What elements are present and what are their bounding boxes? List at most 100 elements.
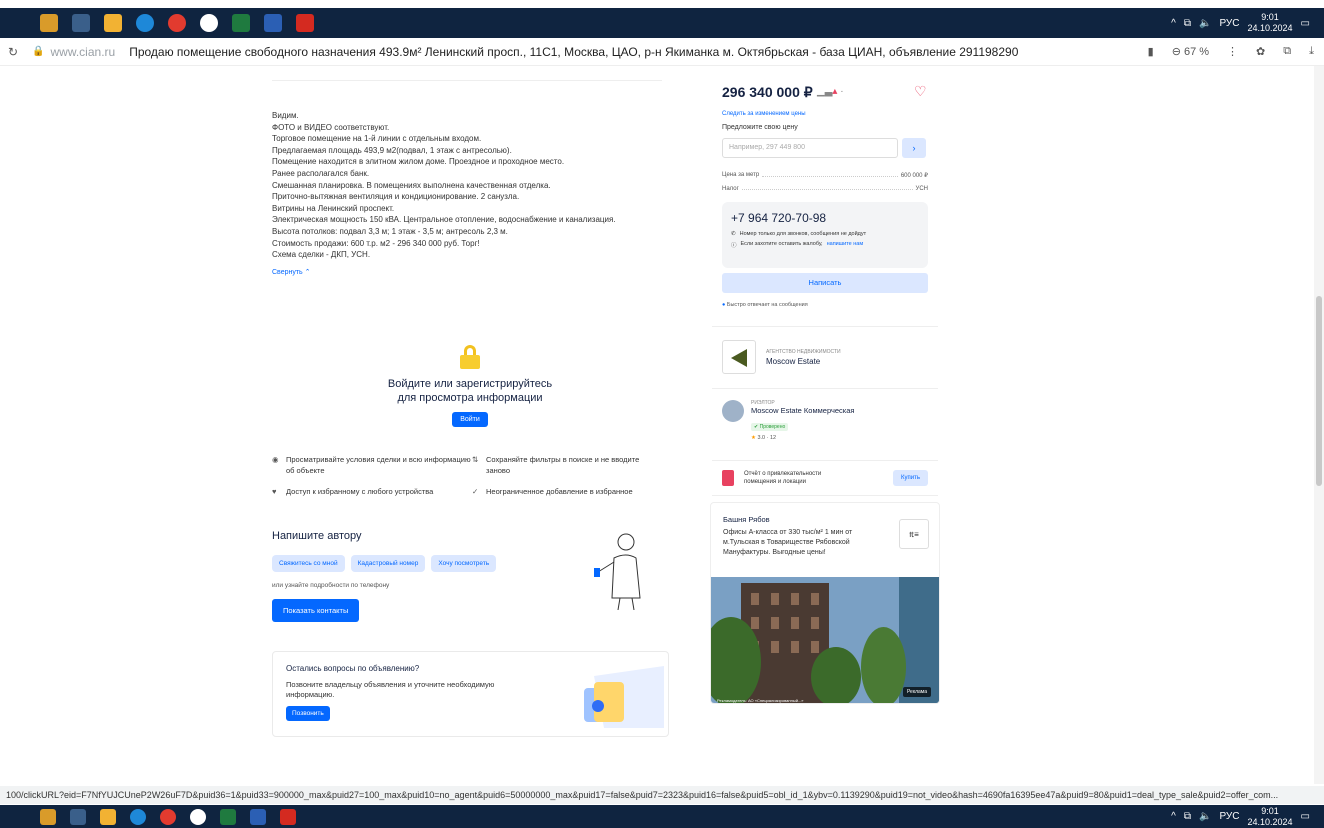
- explorer-icon[interactable]: [104, 14, 122, 32]
- feature-item: ◉ Просматривайте условия сделки и всю инф…: [272, 455, 471, 475]
- favorite-icon[interactable]: ♡: [914, 83, 927, 100]
- word-icon[interactable]: [250, 808, 266, 825]
- ad-banner[interactable]: Башня Рябов Офисы А-класса от 330 тыс/м²…: [710, 502, 940, 704]
- show-contacts-button[interactable]: Показать контакты: [272, 599, 360, 622]
- phone-note: ✆ Номер только для звонков, сообщения не …: [731, 231, 867, 237]
- description-line: Видим.: [272, 111, 299, 120]
- scrollbar[interactable]: [1314, 66, 1324, 784]
- complaint-note: ⓘ Если захотите оставить жалобу, напишите …: [731, 241, 864, 249]
- heart-icon: ♥: [272, 487, 277, 496]
- info-icon: ⓘ: [731, 243, 737, 249]
- verified-badge: ✔ Проверено: [751, 423, 789, 431]
- tab-title[interactable]: Продаю помещение свободного назначения 4…: [129, 45, 1018, 59]
- tray-arrow-icon[interactable]: ^: [1171, 18, 1176, 29]
- description-line: ФОТО и ВИДЕО соответствуют.: [272, 122, 390, 132]
- agency-logo[interactable]: [722, 340, 756, 374]
- pdf-icon[interactable]: [280, 808, 296, 825]
- write-message-button[interactable]: Написать: [722, 273, 928, 293]
- call-button[interactable]: Позвонить: [286, 706, 330, 721]
- lock-icon: [460, 345, 480, 369]
- lang-indicator[interactable]: РУС: [1219, 811, 1239, 822]
- login-title-line2: для просмотра информации: [397, 392, 543, 404]
- bookmark-icon[interactable]: ▮: [1148, 45, 1154, 58]
- network-icon[interactable]: ⧉: [1184, 811, 1191, 822]
- reload-icon[interactable]: ↻: [8, 45, 18, 59]
- sync-icon: ⇅: [472, 455, 479, 464]
- pdf-icon[interactable]: [296, 14, 314, 32]
- volume-icon[interactable]: 🔈: [1199, 811, 1211, 822]
- bolt-icon: ●: [722, 302, 726, 308]
- volume-icon[interactable]: 🔈: [1199, 18, 1211, 29]
- divider: [712, 388, 938, 389]
- feature-item: ⇅ Сохраняйте фильтры в поиске и не вводит…: [472, 455, 640, 475]
- login-gate: Войдите или зарегистрируйтесь для просмо…: [365, 345, 575, 427]
- status-bar-url: 100/clickURL?eid=F7NfYUJCUneP2W26uF7D&pu…: [0, 786, 1324, 804]
- yandex-icon[interactable]: [168, 14, 186, 32]
- chip-cadastral[interactable]: Кадастровый номер: [350, 555, 426, 572]
- network-icon[interactable]: ⧉: [1184, 18, 1191, 29]
- clock[interactable]: 9:01 24.10.2024: [1248, 806, 1293, 828]
- propose-price-submit[interactable]: ›: [902, 138, 926, 158]
- edge-icon[interactable]: [130, 808, 146, 825]
- divider: [712, 326, 938, 327]
- propose-price-input[interactable]: Например, 297 449 800: [722, 138, 898, 158]
- url-domain[interactable]: www.cian.ru: [51, 45, 116, 59]
- realtor-name[interactable]: Moscow Estate Коммерческая: [751, 406, 854, 415]
- propose-price-label: Предложите свою цену: [722, 124, 798, 131]
- realtor-block[interactable]: РИЭЛТОР Moscow Estate Коммерческая ✔ Про…: [722, 400, 854, 441]
- yandex-browser-icon[interactable]: [190, 808, 206, 825]
- yandex-icon[interactable]: [160, 808, 176, 825]
- word-icon[interactable]: [264, 14, 282, 32]
- questions-text: Позвоните владельцу объявления и уточнит…: [286, 680, 495, 699]
- check-icon: ✓: [472, 487, 479, 496]
- extension-icon[interactable]: ✿: [1256, 45, 1265, 58]
- app-icon[interactable]: [40, 14, 58, 32]
- collapse-link[interactable]: Свернуть ⌃: [272, 267, 311, 279]
- chip-want-view[interactable]: Хочу посмотреть: [431, 555, 497, 572]
- zoom-indicator[interactable]: ⊖ 67 %: [1172, 45, 1209, 58]
- price-history-icon[interactable]: ▁▃▴ ·: [817, 86, 844, 97]
- phone-icon: ✆: [731, 231, 736, 237]
- description-line: Стоимость продажи: 600 т.р. м2 - 296 340…: [272, 238, 480, 248]
- download-icon[interactable]: ⤓: [1309, 45, 1314, 58]
- description-line: Электрическая мощность 150 кВА. Централь…: [272, 215, 616, 225]
- notifications-icon[interactable]: ▭: [1301, 18, 1310, 29]
- menu-icon[interactable]: ⋮: [1227, 45, 1238, 58]
- ad-image[interactable]: Реклама Рекламодатель: АО «Специализиров…: [711, 577, 939, 703]
- report-icon: [722, 470, 734, 486]
- rating: ★ 3.0 · 12: [751, 435, 777, 441]
- description-line: Помещение находится в элитном жилом доме…: [272, 157, 565, 167]
- agency-block[interactable]: АГЕНТСТВО НЕДВИЖИМОСТИ Moscow Estate: [722, 340, 841, 374]
- eye-icon: ◉: [272, 455, 279, 464]
- app-icon[interactable]: [40, 808, 56, 825]
- collections-icon[interactable]: ⧉: [1283, 45, 1291, 58]
- chip-contact-me[interactable]: Свяжитесь со мной: [272, 555, 345, 572]
- excel-icon[interactable]: [232, 14, 250, 32]
- quick-messages: Свяжитесь со мной Кадастровый номер Хочу…: [272, 555, 497, 572]
- excel-icon[interactable]: [220, 808, 236, 825]
- follow-price-link[interactable]: Следить за изменением цены: [722, 111, 806, 117]
- edge-icon[interactable]: [136, 14, 154, 32]
- person-illustration: [594, 533, 641, 610]
- yandex-browser-icon[interactable]: [200, 14, 218, 32]
- clock[interactable]: 9:01 24.10.2024: [1248, 12, 1293, 34]
- agency-name[interactable]: Moscow Estate: [766, 357, 841, 366]
- explorer-icon[interactable]: [100, 808, 116, 825]
- scroll-thumb[interactable]: [1316, 296, 1322, 486]
- notifications-icon[interactable]: ▭: [1301, 811, 1310, 822]
- avatar[interactable]: [722, 400, 744, 422]
- buy-report-button[interactable]: Купить: [893, 470, 928, 486]
- description-line: Высота потолков: подвал 3,3 м; 1 этаж - …: [272, 226, 508, 236]
- ad-text: Офисы А-класса от 330 тыс/м² 1 мин от м.…: [723, 529, 853, 556]
- description: Видим. ФОТО и ВИДЕО соответствуют. Торго…: [272, 110, 672, 278]
- write-us-link[interactable]: напишите нам: [827, 241, 864, 249]
- login-button[interactable]: Войти: [452, 412, 488, 427]
- tray-arrow-icon[interactable]: ^: [1171, 811, 1176, 822]
- phone-number[interactable]: +7 964 720-70-98: [731, 211, 919, 225]
- task-view-icon[interactable]: [70, 808, 86, 825]
- lock-icon[interactable]: 🔒: [32, 46, 44, 57]
- lang-indicator[interactable]: РУС: [1219, 18, 1239, 29]
- agency-label: АГЕНТСТВО НЕДВИЖИМОСТИ: [766, 348, 841, 355]
- task-view-icon[interactable]: [72, 14, 90, 32]
- tax-row: Налог УСН: [722, 186, 928, 192]
